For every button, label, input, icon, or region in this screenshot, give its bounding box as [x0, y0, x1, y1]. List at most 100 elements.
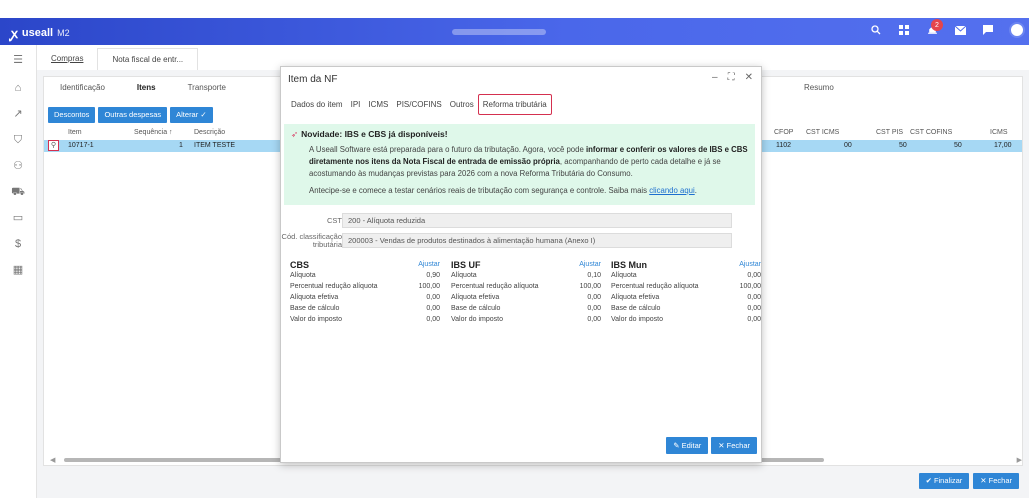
dollar-icon[interactable]: $: [11, 237, 25, 251]
ibs-uf-label-valor: Valor do imposto: [451, 316, 504, 323]
ibs-uf-value-efetiva: 0,00: [587, 294, 601, 301]
people-icon[interactable]: ⚇: [11, 159, 25, 173]
apps-icon[interactable]: [897, 23, 911, 37]
ibs-mun-label-valor: Valor do imposto: [611, 316, 664, 323]
cbs-label-base: Base de cálculo: [290, 305, 340, 312]
tab-icms[interactable]: ICMS: [364, 95, 392, 114]
cell-descricao: ITEM TESTE: [194, 142, 236, 149]
col-icms[interactable]: ICMS: [990, 129, 1008, 136]
finalizar-button[interactable]: ✔ Finalizar: [918, 473, 970, 489]
notice-p1-a: A Useall Software está preparada para o …: [309, 145, 586, 154]
col-cst-pis[interactable]: CST PIS: [876, 129, 903, 136]
editar-label: Editar: [681, 441, 702, 450]
card-icon[interactable]: ▭: [11, 211, 25, 225]
cell-sequencia: 1: [179, 142, 183, 149]
col-sequencia[interactable]: Sequência ↑: [134, 129, 173, 136]
ibs-uf-value-reducao: 100,00: [579, 283, 601, 290]
tab-itens[interactable]: Itens: [121, 77, 172, 99]
logo-sub: M2: [57, 28, 70, 38]
tab-resumo[interactable]: Resumo: [804, 77, 834, 99]
cclass-label: Cód. classificação tributária: [282, 233, 342, 249]
cbs-ajustar-link[interactable]: Ajustar: [418, 261, 440, 268]
search-icon[interactable]: ⚲: [48, 140, 59, 151]
ibs-mun-value-reducao: 100,00: [739, 283, 761, 290]
cbs-title: CBS: [290, 260, 310, 270]
tab-identificacao[interactable]: Identificação: [44, 77, 121, 99]
editar-button[interactable]: ✎ Editar: [666, 437, 709, 454]
ibs-uf-label-aliquota: Alíquota: [451, 272, 477, 279]
clicando-aqui-link[interactable]: clicando aqui: [649, 186, 695, 195]
notice-paragraph-2: Antecipe-se e comece a testar cenários r…: [291, 185, 748, 197]
useall-logo-icon: ꭙ: [11, 26, 18, 41]
ibs-mun-ajustar-link[interactable]: Ajustar: [739, 261, 761, 268]
app-header: ꭙ useall M2 2: [0, 18, 1029, 45]
app-logo[interactable]: ꭙ useall M2: [11, 24, 70, 42]
tab-pis-cofins[interactable]: PIS/COFINS: [392, 95, 445, 114]
maximize-icon[interactable]: ⛶: [728, 72, 735, 83]
col-cfop[interactable]: CFOP: [774, 129, 793, 136]
ibs-uf-title: IBS UF: [451, 260, 481, 270]
home-icon[interactable]: ⌂: [11, 81, 25, 95]
cbs-value-valor: 0,00: [426, 316, 440, 323]
tab-dados-do-item[interactable]: Dados do item: [287, 95, 347, 114]
col-cst-icms[interactable]: CST ICMS: [806, 129, 839, 136]
minimize-icon[interactable]: –: [712, 72, 718, 83]
cbs-value-base: 0,00: [426, 305, 440, 312]
notice-p2-a: Antecipe-se e comece a testar cenários r…: [309, 186, 650, 195]
descontos-button[interactable]: Descontos: [48, 107, 96, 123]
tab-nota-fiscal[interactable]: Nota fiscal de entr...: [97, 48, 199, 70]
alterar-button[interactable]: Alterar ✓: [170, 107, 213, 123]
ibs-mun-section: IBS Mun Ajustar Alíquota 0,00 Percentual r…: [611, 260, 761, 327]
scroll-left-icon[interactable]: ◀: [50, 456, 55, 464]
tab-reforma-tributaria[interactable]: Reforma tributária: [477, 94, 552, 115]
search-icon[interactable]: [869, 23, 883, 37]
chat-icon[interactable]: [981, 23, 995, 37]
tab-transporte[interactable]: Transporte: [172, 77, 242, 99]
ibs-mun-title: IBS Mun: [611, 260, 647, 270]
modal-fechar-button[interactable]: ✕ Fechar: [711, 437, 757, 454]
company-name-blurred: [452, 29, 546, 35]
menu-icon[interactable]: ☰: [11, 53, 25, 67]
cell-cst-icms: 00: [844, 142, 852, 149]
ibs-uf-value-valor: 0,00: [587, 316, 601, 323]
col-cst-cofins[interactable]: CST COFINS: [910, 129, 952, 136]
cbs-label-efetiva: Alíquota efetiva: [290, 294, 339, 301]
outras-despesas-button[interactable]: Outras despesas: [98, 107, 168, 123]
ibs-uf-ajustar-link[interactable]: Ajustar: [579, 261, 601, 268]
ibs-uf-label-efetiva: Alíquota efetiva: [451, 294, 500, 301]
tab-ipi[interactable]: IPI: [347, 95, 365, 114]
notifications-icon[interactable]: 2: [925, 19, 943, 37]
pencil-icon: ✎: [673, 441, 680, 450]
rocket-icon: ➶: [291, 129, 299, 139]
cclass-label-2: tributária: [312, 240, 342, 249]
close-icon[interactable]: ✕: [745, 72, 753, 83]
chart-icon[interactable]: ↗: [11, 107, 25, 121]
ibs-mun-value-valor: 0,00: [747, 316, 761, 323]
cell-item: 10717-1: [68, 142, 94, 149]
finalizar-label: Finalizar: [933, 476, 963, 485]
cbs-section: CBS Ajustar Alíquota 0,90 Percentual reduç…: [290, 260, 440, 327]
tab-outros[interactable]: Outros: [446, 95, 478, 114]
cst-label: CST: [327, 216, 342, 225]
item-nf-dialog: Item da NF – ⛶ ✕ Dados do item IPI ICMS …: [280, 66, 762, 463]
cclass-field[interactable]: 200003 - Vendas de produtos destinados à…: [342, 233, 732, 248]
close-x-icon: ✕: [718, 441, 725, 450]
cell-icms: 17,00: [994, 142, 1012, 149]
cell-cfop: 1102: [776, 142, 792, 149]
logo-text: useall: [21, 27, 54, 39]
ibs-uf-label-base: Base de cálculo: [451, 305, 501, 312]
fechar-label: Fechar: [988, 476, 1012, 485]
basket-icon[interactable]: ⛉: [11, 133, 25, 147]
tab-compras[interactable]: Compras: [37, 48, 97, 70]
cst-row: CST 200 - Alíquota reduzida: [281, 213, 763, 229]
fechar-button[interactable]: ✕ Fechar: [973, 473, 1019, 489]
mail-icon[interactable]: [953, 23, 967, 37]
avatar[interactable]: [1009, 22, 1025, 38]
cst-field[interactable]: 200 - Alíquota reduzida: [342, 213, 732, 228]
ibs-mun-value-base: 0,00: [747, 305, 761, 312]
cart-icon[interactable]: ⛟: [11, 185, 25, 199]
calculator-icon[interactable]: ▦: [11, 263, 25, 277]
col-descricao[interactable]: Descrição: [194, 129, 225, 136]
scroll-right-icon[interactable]: ▶: [1017, 456, 1022, 464]
col-item[interactable]: Item: [68, 129, 82, 136]
